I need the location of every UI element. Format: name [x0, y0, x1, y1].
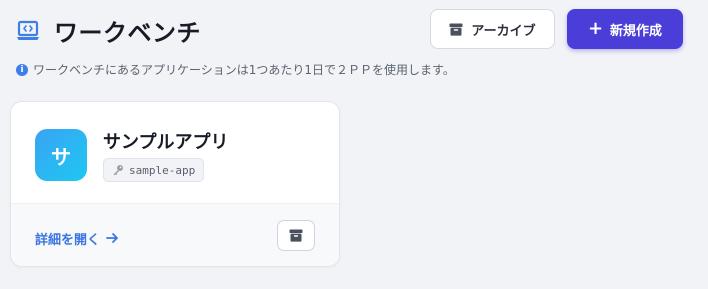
app-avatar: サ [35, 129, 87, 181]
create-new-button-label: 新規作成 [610, 23, 663, 39]
plus-icon: + [587, 18, 604, 39]
archive-box-icon [289, 229, 303, 242]
create-new-button[interactable]: + 新規作成 [567, 9, 683, 49]
arrow-right-icon [106, 230, 119, 248]
usage-info: i ワークベンチにあるアプリケーションは1つあたり1日で２ＰＰを使用します。 [16, 61, 455, 78]
app-slug: sample-app [129, 163, 196, 177]
archive-button-label: アーカイブ [471, 23, 536, 39]
info-circle-icon: i [16, 63, 28, 76]
key-icon [112, 164, 124, 176]
app-card-footer: 詳細を開く [11, 203, 339, 266]
title-group: ワークベンチ [16, 13, 201, 48]
app-card-body: サ サンプルアプリ sample-app [11, 102, 339, 203]
open-details-label: 詳細を開く [35, 233, 101, 248]
app-name: サンプルアプリ [103, 132, 229, 153]
archive-app-button[interactable] [277, 220, 315, 251]
app-card: サ サンプルアプリ sample-app 詳細を開く [10, 101, 340, 267]
workbench-page: ワークベンチ アーカイブ + 新規作成 i ワークベンチにあるアプリケーションは… [0, 0, 708, 289]
page-title: ワークベンチ [54, 19, 201, 47]
archive-box-icon [449, 23, 463, 36]
page-header: ワークベンチ アーカイブ + 新規作成 [16, 9, 683, 51]
open-details-link[interactable]: 詳細を開く [35, 229, 119, 248]
laptop-code-icon [16, 19, 40, 43]
app-slug-badge: sample-app [103, 158, 205, 182]
archive-button[interactable]: アーカイブ [430, 9, 555, 49]
usage-info-text: ワークベンチにあるアプリケーションは1つあたり1日で２ＰＰを使用します。 [33, 63, 455, 77]
